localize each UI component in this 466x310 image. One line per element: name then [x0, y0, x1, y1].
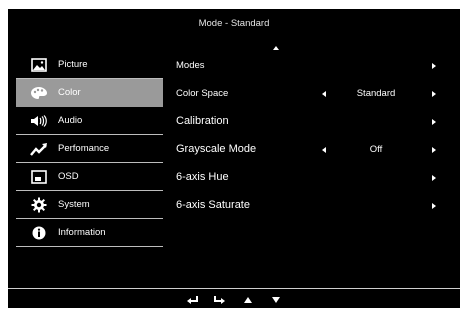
settings-panel: Modes Color Space Standard Calibration G…: [176, 51, 456, 219]
sidebar-item-label: System: [58, 199, 90, 210]
setting-label: Grayscale Mode: [176, 143, 257, 155]
performance-icon: [28, 141, 50, 157]
setting-row-modes[interactable]: Modes: [176, 51, 456, 79]
down-icon[interactable]: [268, 294, 284, 306]
sidebar-item-label: Picture: [58, 59, 88, 70]
palette-icon: [28, 85, 50, 101]
setting-label: 6-axis Hue: [176, 171, 229, 183]
sidebar-item-performance[interactable]: Perfomance: [16, 135, 163, 163]
arrow-right-icon[interactable]: [432, 147, 436, 153]
sidebar: Picture Color Audio Perfomance OSD Syste…: [16, 51, 163, 247]
back-icon[interactable]: [184, 294, 200, 306]
osd-icon: [28, 169, 50, 185]
speaker-icon: [28, 113, 50, 129]
arrow-right-icon[interactable]: [432, 119, 436, 125]
sidebar-item-label: Color: [58, 87, 81, 98]
up-icon[interactable]: [240, 294, 256, 306]
footer-nav: [8, 291, 460, 308]
arrow-right-icon[interactable]: [432, 91, 436, 97]
info-icon: [28, 225, 50, 241]
arrow-right-icon[interactable]: [432, 63, 436, 69]
picture-icon: [28, 57, 50, 73]
sidebar-item-color[interactable]: Color: [16, 79, 163, 107]
arrow-right-icon[interactable]: [432, 175, 436, 181]
setting-label: Modes: [176, 60, 205, 71]
osd-title: Mode - Standard: [198, 18, 270, 29]
setting-label: Color Space: [176, 88, 229, 99]
setting-row-calibration[interactable]: Calibration: [176, 107, 456, 135]
sidebar-item-label: Audio: [58, 115, 83, 126]
setting-row-grayscale-mode[interactable]: Grayscale Mode Off: [176, 135, 456, 163]
setting-value: Standard: [356, 88, 396, 99]
arrow-right-icon[interactable]: [432, 203, 436, 209]
setting-row-color-space[interactable]: Color Space Standard: [176, 79, 456, 107]
osd-menu: Mode - Standard Picture Color Audio Perf…: [8, 9, 460, 308]
setting-value: Off: [369, 144, 383, 155]
scroll-up-indicator-icon[interactable]: [273, 46, 279, 50]
sidebar-item-information[interactable]: Information: [16, 219, 163, 247]
setting-label: 6-axis Saturate: [176, 199, 250, 211]
sidebar-item-label: OSD: [58, 171, 79, 182]
setting-label: Calibration: [176, 115, 229, 127]
sidebar-item-osd[interactable]: OSD: [16, 163, 163, 191]
gear-icon: [28, 197, 50, 213]
sidebar-item-audio[interactable]: Audio: [16, 107, 163, 135]
sidebar-item-label: Information: [58, 227, 106, 238]
footer-divider: [8, 288, 460, 289]
sidebar-item-system[interactable]: System: [16, 191, 163, 219]
enter-icon[interactable]: [212, 294, 228, 306]
sidebar-item-picture[interactable]: Picture: [16, 51, 163, 79]
setting-row-6-axis-hue[interactable]: 6-axis Hue: [176, 163, 456, 191]
setting-row-6-axis-saturate[interactable]: 6-axis Saturate: [176, 191, 456, 219]
sidebar-item-label: Perfomance: [58, 143, 110, 154]
